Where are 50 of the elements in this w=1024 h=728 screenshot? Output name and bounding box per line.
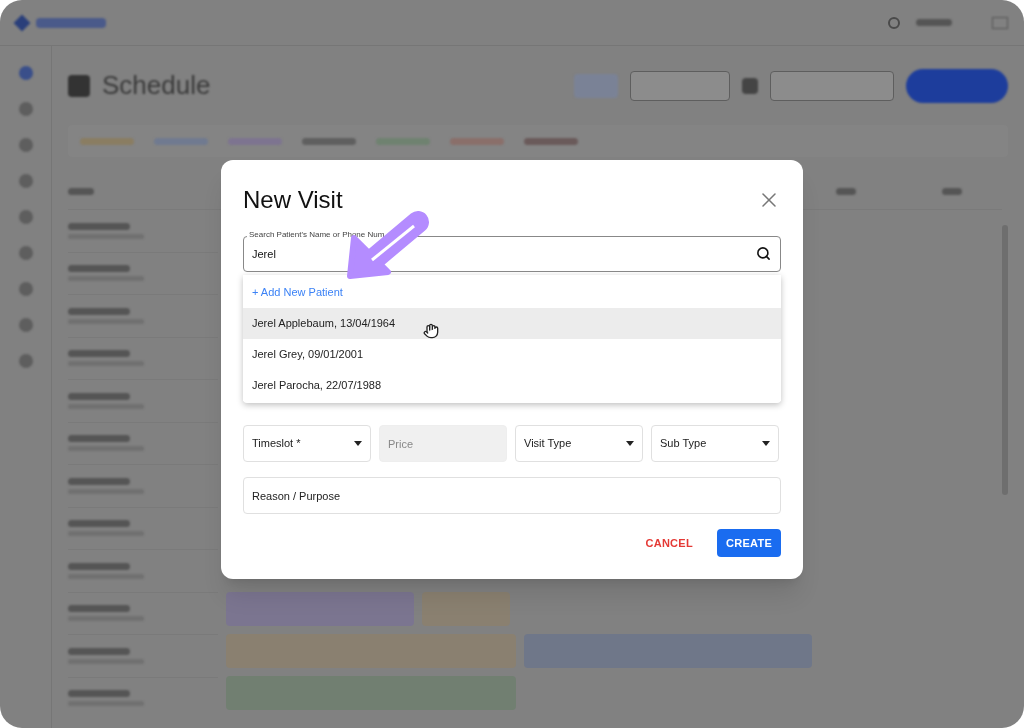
add-visit-button[interactable] <box>906 68 1008 103</box>
blurred-label <box>524 137 578 145</box>
select-field[interactable]: Visit Type <box>515 425 643 462</box>
dialog-title: New Visit <box>243 185 343 215</box>
blurred-label <box>68 222 130 230</box>
logo-icon <box>13 14 31 31</box>
select-field[interactable]: Timeslot * <box>243 425 371 462</box>
page-title: Schedule <box>102 69 211 102</box>
blurred-label <box>68 477 130 485</box>
appointment-block[interactable] <box>422 592 510 626</box>
sidebar-icon[interactable] <box>18 174 33 188</box>
blurred-label <box>68 392 130 400</box>
add-patient-link[interactable]: + Add New Patient <box>243 277 781 308</box>
department-select[interactable] <box>770 70 894 101</box>
reason-field[interactable]: Reason / Purpose <box>243 477 781 514</box>
blurred-label <box>68 350 130 358</box>
blurred-label <box>942 187 962 195</box>
blurred-label <box>36 17 106 28</box>
sidebar-icon[interactable] <box>18 282 33 296</box>
sidebar-icon[interactable] <box>18 102 33 116</box>
blurred-label <box>302 137 356 145</box>
blurred-label <box>68 520 130 528</box>
blurred-label <box>68 435 130 443</box>
blurred-label <box>68 647 130 655</box>
blurred-label <box>450 137 504 145</box>
help-icon[interactable] <box>888 16 900 29</box>
sidebar-icon[interactable] <box>18 318 33 332</box>
patient-option[interactable]: Jerel Grey, 09/01/2001 <box>243 339 781 370</box>
blurred-label <box>68 187 94 195</box>
create-button[interactable]: CREATE <box>716 529 781 557</box>
blurred-label <box>836 187 856 195</box>
sidebar-icon[interactable] <box>18 210 33 224</box>
sidebar-icon[interactable] <box>18 66 33 80</box>
hand-cursor-icon <box>423 323 439 339</box>
patient-option[interactable]: Jerel Applebaum, 13/04/1964 <box>243 308 781 339</box>
cancel-button[interactable]: CANCEL <box>639 529 699 557</box>
sidebar-icon[interactable] <box>18 138 33 152</box>
blurred-label <box>68 562 130 570</box>
select-field[interactable]: Sub Type <box>651 425 779 462</box>
blurred-label <box>80 137 134 145</box>
blurred-label <box>68 605 130 613</box>
sidebar-icon[interactable] <box>18 354 33 368</box>
blurred-label <box>68 265 130 273</box>
date-field[interactable] <box>630 70 730 101</box>
blurred-label <box>68 307 130 315</box>
blurred-label <box>68 690 130 698</box>
sidebar-icon[interactable] <box>18 246 33 260</box>
search-icon[interactable] <box>756 246 771 261</box>
patient-option[interactable]: Jerel Parocha, 22/07/1988 <box>243 370 781 401</box>
blurred-label <box>916 19 952 26</box>
